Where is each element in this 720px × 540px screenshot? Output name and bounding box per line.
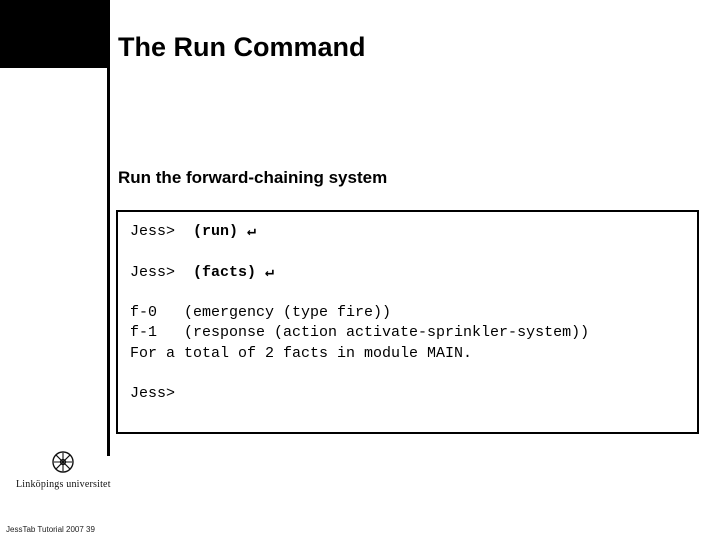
code-box: Jess> (run) ↵ Jess> (facts) ↵ f-0 (emerg…	[116, 210, 699, 434]
university-logo: Linköpings universitet	[16, 447, 111, 490]
slide: The Run Command Run the forward-chaining…	[0, 0, 720, 540]
vertical-divider	[107, 0, 110, 456]
page-number: 39	[86, 525, 95, 534]
slide-subtitle: Run the forward-chaining system	[118, 168, 387, 188]
prompt-3: Jess>	[130, 385, 175, 402]
command-facts: (facts) ↵	[193, 264, 274, 281]
seal-icon	[48, 447, 78, 477]
output-line-3: For a total of 2 facts in module MAIN.	[130, 345, 472, 362]
prompt-2: Jess>	[130, 264, 193, 281]
footer-text: JessTab Tutorial 2007	[6, 525, 84, 534]
prompt-1: Jess>	[130, 223, 193, 240]
university-name: Linköpings universitet	[16, 479, 111, 490]
command-run: (run) ↵	[193, 223, 256, 240]
slide-title: The Run Command	[118, 32, 366, 63]
output-line-1: f-0 (emergency (type fire))	[130, 304, 391, 321]
top-black-band	[0, 0, 107, 68]
output-line-2: f-1 (response (action activate-sprinkler…	[130, 324, 589, 341]
